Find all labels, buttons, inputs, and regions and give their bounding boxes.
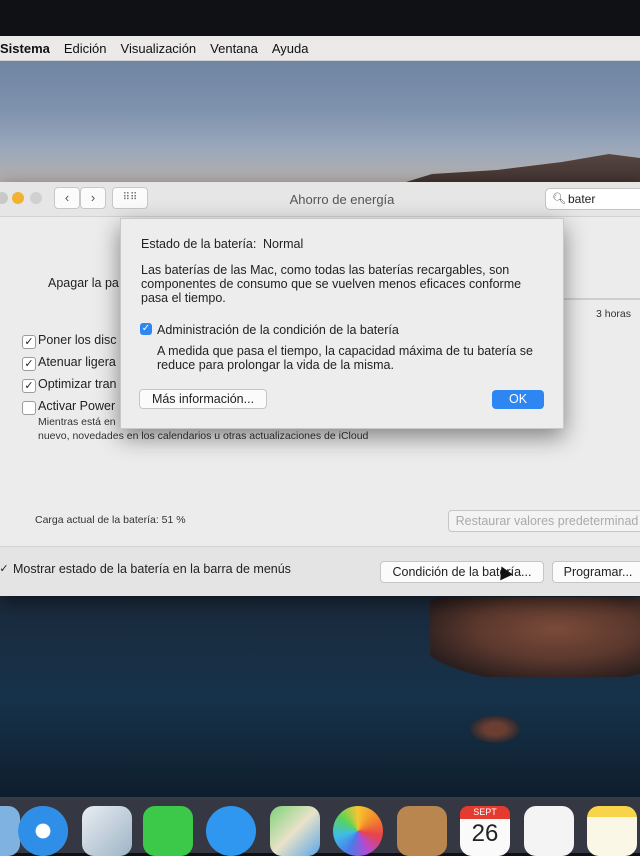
option-label-3: Optimizar tran	[38, 377, 117, 391]
battery-management-checkbox[interactable]: ✓	[140, 323, 152, 335]
option-label-4: Activar Power	[38, 399, 116, 413]
restore-defaults-button[interactable]: Restaurar valores predeterminad	[448, 510, 640, 532]
option-checkbox-1[interactable]: ✓	[22, 335, 36, 349]
option-label-2: Atenuar ligera	[38, 355, 116, 369]
search-field[interactable]: 🔍︎ bater	[545, 188, 640, 210]
maps-icon[interactable]	[270, 806, 320, 856]
menu-visualizacion[interactable]: Visualización	[121, 41, 197, 56]
reminders-icon[interactable]	[524, 806, 574, 856]
menu-sistema[interactable]: Sistema	[0, 41, 50, 56]
battery-condition-sheet: Estado de la batería: Normal Las batería…	[120, 218, 564, 429]
notes-icon[interactable]	[587, 806, 637, 856]
power-nap-note-2: nuevo, novedades en los calendarios u ot…	[38, 430, 369, 442]
battery-charge-label: Carga actual de la batería: 51 %	[35, 514, 186, 526]
ok-button[interactable]: OK	[492, 390, 544, 409]
wallpaper-rock	[470, 715, 520, 743]
battery-management-label: Administración de la condición de la bat…	[157, 323, 399, 337]
option-checkbox-4[interactable]	[22, 401, 36, 415]
show-status-checkbox[interactable]: ✓	[0, 563, 10, 575]
battery-description-line-3: pasa el tiempo.	[141, 291, 226, 305]
display-sleep-slider[interactable]	[560, 298, 640, 300]
schedule-button[interactable]: Programar...	[552, 561, 640, 583]
window-title: Ahorro de energía	[289, 192, 395, 207]
menu-bar: Sistema Edición Visualización Ventana Ay…	[0, 36, 640, 61]
option-checkbox-3[interactable]: ✓	[22, 379, 36, 393]
battery-condition-button[interactable]: Condición de la batería...	[380, 561, 544, 583]
menu-ventana[interactable]: Ventana	[210, 41, 258, 56]
photos-icon[interactable]	[333, 806, 383, 856]
turn-off-display-label: Apagar la pa	[48, 276, 119, 290]
menu-edicion[interactable]: Edición	[64, 41, 107, 56]
option-label-1: Poner los disc	[38, 333, 117, 347]
battery-description-line-2: componentes de consumo que se vuelven me…	[141, 277, 522, 291]
battery-management-desc-2: reduce para prolongar la vida de la mism…	[157, 358, 394, 372]
battery-management-desc-1: A medida que pasa el tiempo, la capacida…	[157, 344, 533, 358]
facetime-icon[interactable]	[143, 806, 193, 856]
calendar-month: SEPT	[460, 806, 510, 819]
mail-icon[interactable]	[82, 806, 132, 856]
safari-icon[interactable]	[18, 806, 68, 856]
option-checkbox-2[interactable]: ✓	[22, 357, 36, 371]
battery-status-label: Estado de la batería:	[141, 237, 257, 251]
calendar-day: 26	[471, 820, 499, 847]
search-input-value[interactable]: bater	[568, 189, 595, 209]
wallpaper-rocks	[430, 597, 640, 677]
show-status-label: Mostrar estado de la batería en la barra…	[13, 562, 291, 576]
battery-status-value: Normal	[263, 237, 304, 251]
window-titlebar: ‹ › ⠿⠿ Ahorro de energía 🔍︎ bater	[0, 182, 640, 217]
battery-description-line-1: Las baterías de las Mac, como todas las …	[141, 263, 510, 277]
window-bottom-bar: ✓ Mostrar estado de la batería en la bar…	[0, 546, 640, 596]
slider-tick-label: 3 horas	[596, 308, 632, 320]
menu-ayuda[interactable]: Ayuda	[272, 41, 309, 56]
calendar-icon[interactable]: SEPT 26	[460, 806, 510, 856]
power-nap-note-1: Mientras está en	[38, 416, 116, 428]
finder-icon[interactable]	[0, 806, 20, 856]
messages-icon[interactable]	[206, 806, 256, 856]
contacts-icon[interactable]	[397, 806, 447, 856]
search-icon: 🔍︎	[552, 193, 566, 205]
more-info-button[interactable]: Más información...	[139, 389, 267, 409]
